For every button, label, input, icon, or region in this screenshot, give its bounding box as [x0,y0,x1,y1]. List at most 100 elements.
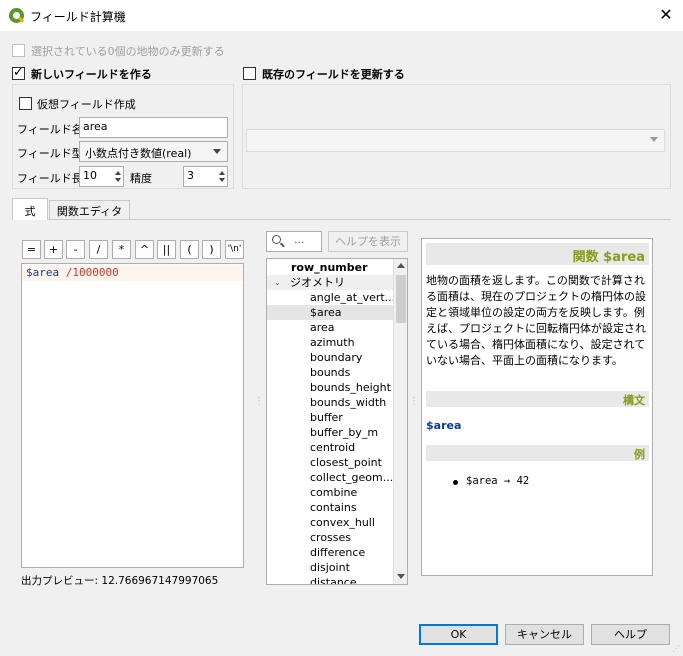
tree-item-dollar-area[interactable]: $area [267,305,393,320]
splitter-handle[interactable]: ⋮ [409,397,419,407]
operator-newline-button[interactable]: '\n' [225,240,244,259]
tree-group-geometry[interactable]: ⌄ ジオメトリ [267,275,393,290]
expression-operator-token: /1000000 [59,266,119,279]
search-placeholder: ... [294,233,305,246]
show-help-button[interactable]: ヘルプを表示 [328,231,408,252]
spin-up-icon[interactable] [219,171,225,175]
tab-expression[interactable]: 式 [12,198,48,220]
field-length-spinbox[interactable]: 10 [79,166,124,187]
tree-item-difference[interactable]: difference [310,545,365,560]
close-icon[interactable]: ✕ [656,5,676,25]
tree-item-boundary[interactable]: boundary [310,350,362,365]
tree-item-dollar-area-label: $area [310,306,342,319]
only-selected-checkbox[interactable] [12,44,25,57]
help-examples-header: 例 [426,445,649,461]
output-preview-value: 12.766967147997065 [101,575,219,587]
new-field-label: 新しいフィールドを作る [31,68,152,81]
operator-plus-button[interactable]: + [44,240,63,259]
title-bar: フィールド計算機 ✕ [0,0,683,31]
help-title-bar: 関数 $area [426,243,649,265]
scroll-up-icon[interactable] [397,263,405,268]
scroll-down-icon[interactable] [397,574,405,579]
tree-item-bounds[interactable]: bounds [310,365,350,380]
help-examples-header-label: 例 [634,448,645,461]
help-syntax-header-label: 構文 [623,394,645,407]
tree-item-crosses[interactable]: crosses [310,530,351,545]
spin-down-icon[interactable] [115,178,121,182]
precision-label: 精度 [130,172,152,185]
operator-open-paren-button[interactable]: ( [180,240,199,259]
update-existing-label: 既存のフィールドを更新する [262,68,405,81]
tree-item-area[interactable]: area [310,320,335,335]
operator-concat-button[interactable]: || [157,240,176,259]
virtual-field-label: 仮想フィールド作成 [37,98,136,111]
field-length-value: 10 [83,169,97,182]
tree-item-bounds-height[interactable]: bounds_height [310,380,391,395]
virtual-field-checkbox[interactable] [19,97,32,110]
chevron-down-icon [650,137,658,142]
tree-item-azimuth[interactable]: azimuth [310,335,355,350]
tree-item-bounds-width[interactable]: bounds_width [310,395,386,410]
only-selected-label: 選択されている0個の地物のみ更新する [31,45,225,58]
field-type-label: フィールド型 [17,147,83,160]
help-syntax-header: 構文 [426,391,649,407]
new-field-checkbox[interactable] [12,65,25,80]
tree-item-combine[interactable]: combine [310,485,357,500]
expression-editor[interactable]: $area /1000000 [21,263,244,568]
bullet-icon [453,480,458,485]
spin-down-icon[interactable] [219,178,225,182]
tree-item-collect-geometries[interactable]: collect_geom... [310,470,393,485]
window-title: フィールド計算機 [30,10,126,24]
tree-item-distance[interactable]: distance [310,575,357,584]
operator-equals-button[interactable]: = [22,240,41,259]
field-name-label: フィールド名 [17,123,83,136]
tree-item-convex-hull[interactable]: convex_hull [310,515,375,530]
tab-bar-divider [12,219,671,220]
tree-item-buffer-by-m[interactable]: buffer_by_m [310,425,378,440]
help-description: 地物の面積を返します。この関数で計算される面積は、現在のプロジェクトの楕円体の設… [426,274,646,367]
function-search-input[interactable]: ... [266,231,322,252]
tree-item-centroid[interactable]: centroid [310,440,355,455]
help-example: $area → 42 [466,475,530,487]
operator-minus-button[interactable]: - [66,240,85,259]
expression-field-token: $area [26,266,60,279]
tree-item-contains[interactable]: contains [310,500,357,515]
operator-divide-button[interactable]: / [89,240,108,259]
tree-item-row-number[interactable]: row_number [291,260,368,275]
tree-scrollbar[interactable] [393,259,407,584]
splitter-handle[interactable]: ⋮ [254,397,264,407]
tree-item-angle-at-vertex[interactable]: angle_at_vert... [310,290,395,305]
chevron-down-icon [213,149,221,154]
scrollbar-thumb[interactable] [396,275,406,323]
search-icon-handle [280,242,285,248]
update-existing-checkbox[interactable] [243,67,256,80]
operator-multiply-button[interactable]: * [112,240,131,259]
field-name-input[interactable]: area [79,117,228,138]
precision-spinbox[interactable]: 3 [183,166,228,187]
tree-item-disjoint[interactable]: disjoint [310,560,350,575]
tab-expression-label: 式 [24,205,36,218]
operator-power-button[interactable]: ^ [135,240,154,259]
output-preview: 出力プレビュー: 12.766967147997065 [21,573,218,588]
ok-button[interactable]: OK [419,624,498,645]
function-tree[interactable]: row_number ⌄ ジオメトリ angle_at_vert... $are… [266,258,408,585]
tree-item-closest-point[interactable]: closest_point [310,455,382,470]
precision-value: 3 [187,169,194,182]
operator-close-paren-button[interactable]: ) [202,240,221,259]
existing-field-select[interactable] [246,129,665,152]
help-button[interactable]: ヘルプ [591,624,670,645]
tree-item-buffer[interactable]: buffer [310,410,343,425]
tab-function-editor[interactable]: 関数エディタ [49,200,130,219]
tree-group-geometry-label: ジオメトリ [290,276,345,289]
expression-text: $area /1000000 [26,266,119,279]
field-length-label: フィールド長 [17,172,83,185]
spin-up-icon[interactable] [115,171,121,175]
help-panel: 関数 $area 地物の面積を返します。この関数で計算される面積は、現在のプロジ… [421,238,653,576]
help-title: 関数 $area [572,250,645,265]
chevron-down-icon: ⌄ [274,278,281,287]
resize-grip-icon[interactable]: ⋰ [672,644,680,653]
field-type-select[interactable]: 小数点付き数値(real) [79,141,228,162]
cancel-button[interactable]: キャンセル [505,624,584,645]
tab-function-editor-label: 関数エディタ [56,205,123,218]
help-syntax: $area [426,419,462,432]
